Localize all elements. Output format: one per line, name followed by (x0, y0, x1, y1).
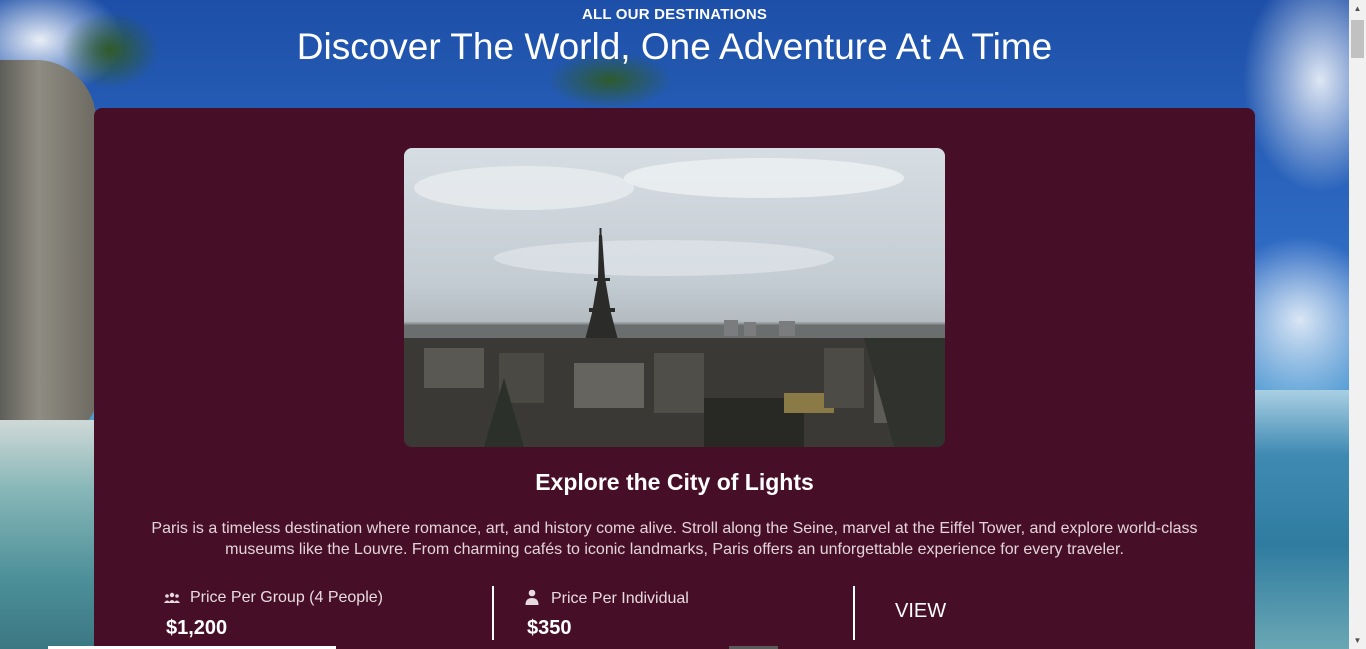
individual-price: Price Per Individual $350 (525, 586, 845, 642)
group-price-label-row: Price Per Group (4 People) (164, 589, 383, 609)
view-button[interactable]: VIEW (895, 600, 946, 623)
divider (853, 586, 855, 640)
scroll-down-arrow-icon[interactable]: ▼ (1349, 632, 1366, 649)
individual-price-label-row: Price Per Individual (525, 589, 689, 610)
page-title: Discover The World, One Adventure At A T… (296, 26, 1053, 67)
price-row: Price Per Group (4 People) $1,200 Price … (94, 586, 1255, 642)
divider (492, 586, 494, 640)
individual-price-value: $350 (527, 617, 572, 639)
section-eyebrow: ALL OUR DESTINATIONS (581, 6, 768, 23)
scrollbar-thumb[interactable] (1351, 20, 1364, 58)
vertical-scrollbar[interactable]: ▲ ▼ (1349, 0, 1366, 649)
destination-card: Explore the City of Lights Paris is a ti… (94, 108, 1255, 649)
background-beach (0, 420, 96, 649)
group-icon (164, 591, 182, 609)
group-price: Price Per Group (4 People) $1,200 (164, 586, 484, 642)
individual-price-label: Price Per Individual (551, 590, 689, 607)
background-rock (0, 60, 96, 430)
scroll-up-arrow-icon[interactable]: ▲ (1349, 0, 1366, 17)
destination-title: Explore the City of Lights (535, 469, 814, 495)
destination-image (404, 148, 945, 447)
group-price-value: $1,200 (166, 617, 228, 639)
group-price-label: Price Per Group (4 People) (190, 589, 383, 606)
person-icon (525, 589, 543, 610)
paris-skyline-illustration (404, 158, 945, 447)
background-sea (1255, 390, 1349, 649)
destination-description: Paris is a timeless destination where ro… (151, 520, 1198, 558)
